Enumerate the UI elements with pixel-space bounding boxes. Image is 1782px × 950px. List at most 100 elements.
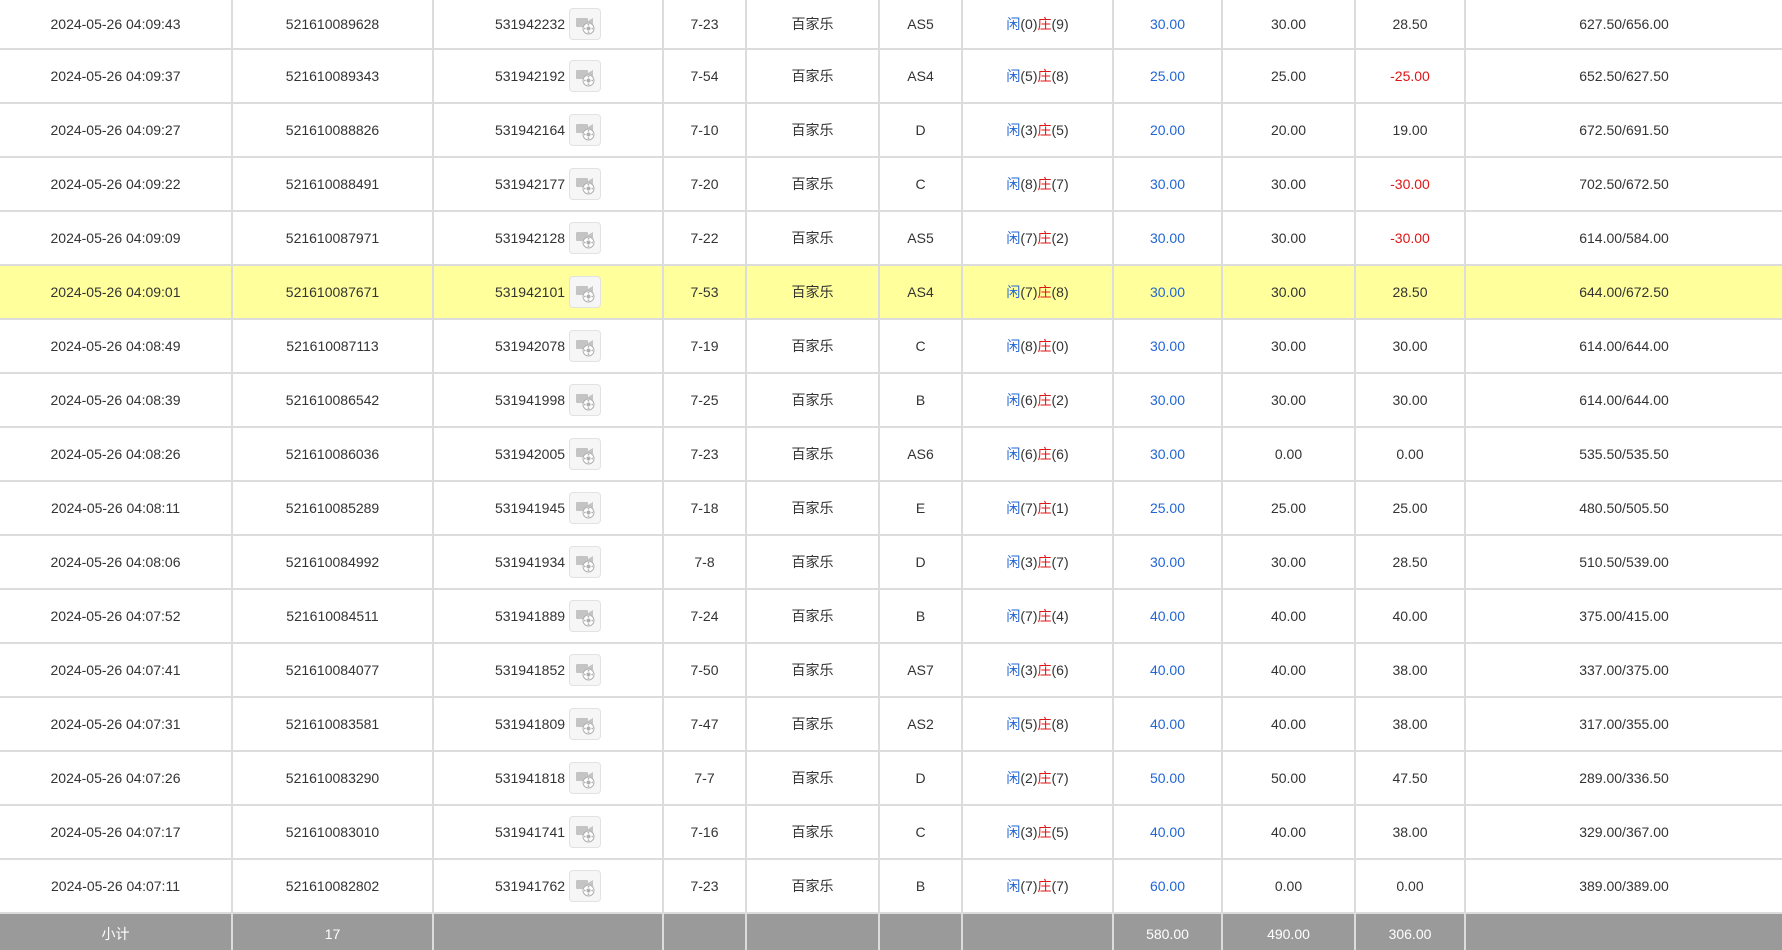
game-id: 531942177 — [494, 176, 566, 192]
bet-amount-link[interactable]: 30.00 — [1113, 373, 1223, 428]
bet-id: 521610083290 — [232, 751, 434, 806]
game-id: 531942101 — [494, 284, 566, 300]
game-result: 闲(3)庄(5) — [962, 103, 1114, 158]
bet-amount-link[interactable]: 30.00 — [1113, 157, 1223, 212]
video-replay-button[interactable] — [569, 654, 602, 686]
bet-id: 521610085289 — [232, 481, 434, 536]
round-number: 7-23 — [663, 427, 747, 482]
balance-before-after: 614.00/584.00 — [1465, 211, 1782, 266]
video-replay-button[interactable] — [569, 60, 602, 92]
game-type: 百家乐 — [746, 157, 880, 212]
bet-amount-link[interactable]: 40.00 — [1113, 697, 1223, 752]
win-loss-amount: 28.50 — [1355, 0, 1466, 50]
game-type: 百家乐 — [746, 0, 880, 50]
table-code: AS7 — [879, 643, 963, 698]
bet-time: 2024-05-26 04:09:37 — [0, 49, 233, 104]
player-points: (6) — [1020, 446, 1038, 462]
video-replay-button[interactable] — [569, 546, 602, 578]
banker-label: 庄 — [1037, 68, 1052, 84]
win-loss-amount: 0.00 — [1355, 427, 1466, 482]
player-label: 闲 — [1006, 122, 1021, 138]
bet-amount-link[interactable]: 30.00 — [1113, 427, 1223, 482]
banker-label: 庄 — [1037, 446, 1052, 462]
bet-id: 521610082802 — [232, 859, 434, 914]
subtotal-win-loss: 306.00 — [1355, 913, 1466, 950]
game-id-cell: 531942177 — [433, 157, 664, 212]
round-number: 7-20 — [663, 157, 747, 212]
bet-amount-link[interactable]: 40.00 — [1113, 805, 1223, 860]
bet-amount-link[interactable]: 40.00 — [1113, 643, 1223, 698]
bet-amount-link[interactable]: 20.00 — [1113, 103, 1223, 158]
subtotal-empty — [962, 913, 1114, 950]
balance-before-after: 644.00/672.50 — [1465, 265, 1782, 320]
video-replay-button[interactable] — [569, 168, 602, 200]
game-type: 百家乐 — [746, 535, 880, 590]
bet-amount-link[interactable]: 30.00 — [1113, 319, 1223, 374]
video-replay-button[interactable] — [569, 330, 602, 362]
video-replay-button[interactable] — [569, 222, 602, 254]
bet-amount-link[interactable]: 25.00 — [1113, 481, 1223, 536]
game-id-cell: 531942164 — [433, 103, 664, 158]
banker-label: 庄 — [1037, 716, 1052, 732]
table-row: 2024-05-26 04:09:43 521610089628 531942232… — [0, 0, 1782, 50]
bet-amount-link[interactable]: 30.00 — [1113, 265, 1223, 320]
bet-id: 521610086036 — [232, 427, 434, 482]
table-row: 2024-05-26 04:08:26 521610086036 531942005… — [0, 427, 1782, 482]
bet-id: 521610084992 — [232, 535, 434, 590]
banker-points: (6) — [1051, 662, 1069, 678]
win-loss-amount: 25.00 — [1355, 481, 1466, 536]
banker-label: 庄 — [1037, 392, 1052, 408]
round-number: 7-18 — [663, 481, 747, 536]
video-replay-button[interactable] — [569, 384, 602, 416]
bet-amount-link[interactable]: 30.00 — [1113, 535, 1223, 590]
video-replay-button[interactable] — [569, 438, 602, 470]
table-code: C — [879, 805, 963, 860]
banker-label: 庄 — [1037, 176, 1052, 192]
game-type: 百家乐 — [746, 697, 880, 752]
banker-points: (7) — [1051, 176, 1069, 192]
video-replay-button[interactable] — [569, 492, 602, 524]
bet-id: 521610087671 — [232, 265, 434, 320]
video-replay-button[interactable] — [569, 762, 602, 794]
valid-bet-amount: 0.00 — [1222, 859, 1356, 914]
video-replay-button[interactable] — [569, 8, 602, 40]
game-id-cell: 531941762 — [433, 859, 664, 914]
bet-time: 2024-05-26 04:07:17 — [0, 805, 233, 860]
bet-amount-link[interactable]: 60.00 — [1113, 859, 1223, 914]
bet-id: 521610088491 — [232, 157, 434, 212]
bet-amount-link[interactable]: 40.00 — [1113, 589, 1223, 644]
bet-id: 521610083581 — [232, 697, 434, 752]
video-replay-icon — [576, 880, 595, 897]
game-id: 531942078 — [494, 338, 566, 354]
video-replay-icon — [576, 448, 595, 465]
player-label: 闲 — [1006, 608, 1021, 624]
table-code: AS5 — [879, 211, 963, 266]
subtotal-bet-amount: 580.00 — [1113, 913, 1223, 950]
bet-id: 521610084077 — [232, 643, 434, 698]
game-result: 闲(3)庄(7) — [962, 535, 1114, 590]
bet-records-view: 2024-05-26 04:09:43 521610089628 531942232… — [0, 0, 1782, 950]
video-replay-button[interactable] — [569, 870, 602, 902]
banker-points: (5) — [1051, 824, 1069, 840]
video-replay-button[interactable] — [569, 708, 602, 740]
bet-amount-link[interactable]: 50.00 — [1113, 751, 1223, 806]
video-replay-button[interactable] — [569, 114, 602, 146]
game-id: 531941809 — [494, 716, 566, 732]
player-points: (7) — [1020, 878, 1038, 894]
bet-time: 2024-05-26 04:08:39 — [0, 373, 233, 428]
round-number: 7-47 — [663, 697, 747, 752]
video-replay-button[interactable] — [569, 816, 602, 848]
bet-amount-link[interactable]: 30.00 — [1113, 211, 1223, 266]
bet-id: 521610089628 — [232, 0, 434, 50]
bet-amount-link[interactable]: 30.00 — [1113, 0, 1223, 50]
player-label: 闲 — [1006, 446, 1021, 462]
video-replay-button[interactable] — [569, 276, 602, 308]
player-label: 闲 — [1006, 230, 1021, 246]
game-type: 百家乐 — [746, 319, 880, 374]
banker-label: 庄 — [1037, 500, 1052, 516]
bet-amount-link[interactable]: 25.00 — [1113, 49, 1223, 104]
banker-label: 庄 — [1037, 770, 1052, 786]
game-id-cell: 531942232 — [433, 0, 664, 50]
video-replay-button[interactable] — [569, 600, 602, 632]
valid-bet-amount: 30.00 — [1222, 157, 1356, 212]
